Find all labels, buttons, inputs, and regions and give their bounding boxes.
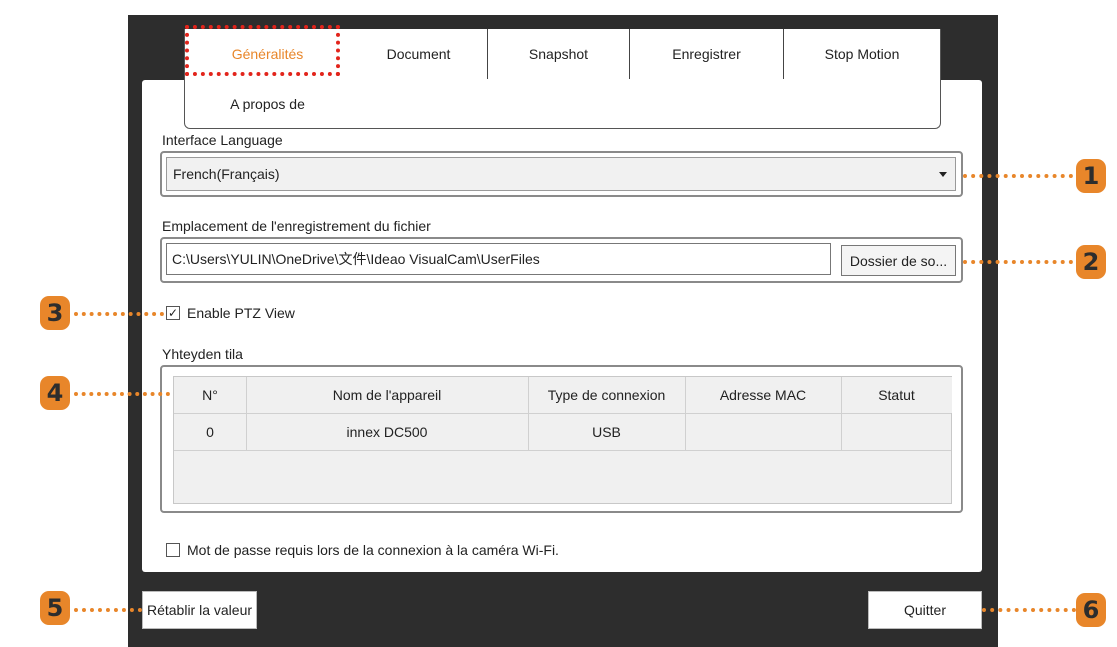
storage-label: Emplacement de l'enregistrement du fichi… [162, 218, 431, 234]
callout-line-2 [963, 260, 1073, 264]
ptz-checkbox[interactable]: ✓ [166, 306, 180, 320]
cell-status[interactable] [841, 413, 952, 450]
ptz-label: Enable PTZ View [187, 305, 295, 321]
connection-table: N° Nom de l'appareil Type de connexion A… [173, 376, 952, 504]
column-header-status: Statut [841, 377, 952, 413]
cell-mac-address[interactable] [685, 413, 841, 450]
language-value: French(Français) [173, 166, 280, 182]
chevron-down-icon [939, 172, 947, 177]
callout-line-4 [74, 392, 170, 396]
browse-folder-button[interactable]: Dossier de so... [841, 245, 956, 276]
tab-generalites[interactable]: Généralités [185, 29, 350, 79]
callout-line-5 [74, 608, 142, 612]
callout-badge-2: 2 [1076, 245, 1106, 279]
tab-a-propos[interactable]: A propos de [185, 79, 350, 129]
language-select[interactable]: French(Français) [166, 157, 956, 191]
callout-badge-5: 5 [40, 591, 70, 625]
column-header-device-name: Nom de l'appareil [246, 377, 528, 413]
column-header-connection-type: Type de connexion [528, 377, 685, 413]
tab-stop-motion[interactable]: Stop Motion [783, 29, 940, 79]
cell-device-name[interactable]: innex DC500 [246, 413, 528, 450]
tab-snapshot[interactable]: Snapshot [487, 29, 629, 79]
callout-line-3 [74, 312, 164, 316]
row-divider [174, 450, 951, 451]
callout-line-1 [963, 174, 1073, 178]
quit-button[interactable]: Quitter [868, 591, 982, 629]
callout-line-6 [982, 608, 1076, 612]
storage-path-input[interactable]: C:\Users\YULIN\OneDrive\文件\Ideao VisualC… [166, 243, 831, 275]
tab-document[interactable]: Document [350, 29, 487, 79]
callout-badge-4: 4 [40, 376, 70, 410]
cell-connection-type[interactable]: USB [528, 413, 685, 450]
tab-enregistrer[interactable]: Enregistrer [629, 29, 783, 79]
wifi-password-checkbox[interactable] [166, 543, 180, 557]
column-header-mac-address: Adresse MAC [685, 377, 841, 413]
callout-badge-6: 6 [1076, 593, 1106, 627]
tab-bar: Généralités Document Snapshot Enregistre… [184, 29, 941, 129]
language-label: Interface Language [162, 132, 283, 148]
reset-button[interactable]: Rétablir la valeur [142, 591, 257, 629]
callout-badge-3: 3 [40, 296, 70, 330]
callout-badge-1: 1 [1076, 159, 1106, 193]
column-header-number: N° [174, 377, 246, 413]
wifi-password-label: Mot de passe requis lors de la connexion… [187, 542, 559, 558]
connection-label: Yhteyden tila [162, 346, 243, 362]
cell-number[interactable]: 0 [174, 413, 246, 450]
